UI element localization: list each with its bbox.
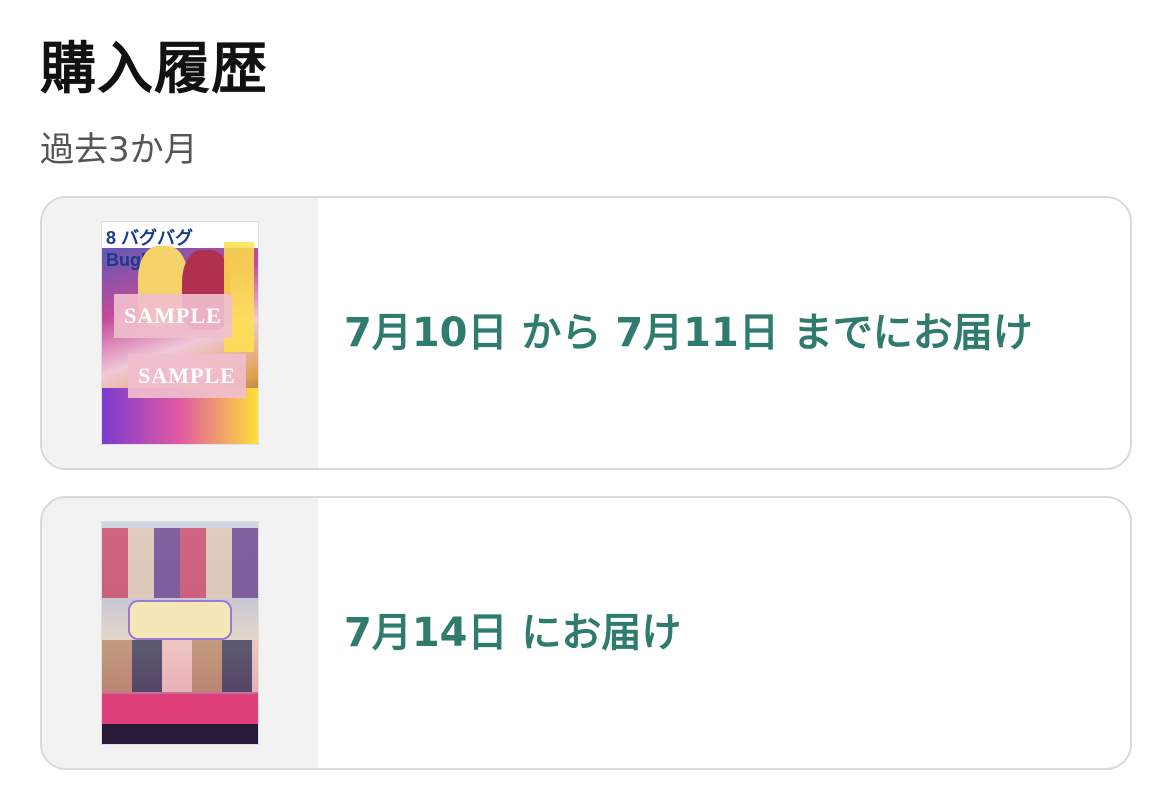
sample-watermark: SAMPLE	[128, 354, 246, 398]
sample-watermark: SAMPLE	[114, 294, 232, 338]
product-cover-image	[102, 522, 258, 744]
period-filter-label: 過去3か月	[40, 130, 198, 170]
delivery-date-text: 7月14日 にお届け	[344, 610, 682, 656]
order-card[interactable]: 8 バグバグ BugBug SAMPLE SAMPLE 7月10日 から 7月1…	[40, 196, 1132, 470]
cover-illustration	[102, 528, 258, 598]
product-cover-image: 8 バグバグ BugBug SAMPLE SAMPLE	[102, 222, 258, 444]
cover-title-banner	[102, 694, 258, 724]
product-thumbnail-pane	[42, 498, 318, 768]
delivery-date-text: 7月10日 から 7月11日 までにお届け	[344, 310, 1033, 356]
cover-illustration	[102, 640, 258, 692]
page-title: 購入履歴	[40, 37, 268, 102]
cover-logo	[130, 602, 230, 638]
product-thumbnail-pane: 8 バグバグ BugBug SAMPLE SAMPLE	[42, 198, 318, 468]
cover-footer	[102, 724, 258, 744]
order-card[interactable]: 7月14日 にお届け	[40, 496, 1132, 770]
